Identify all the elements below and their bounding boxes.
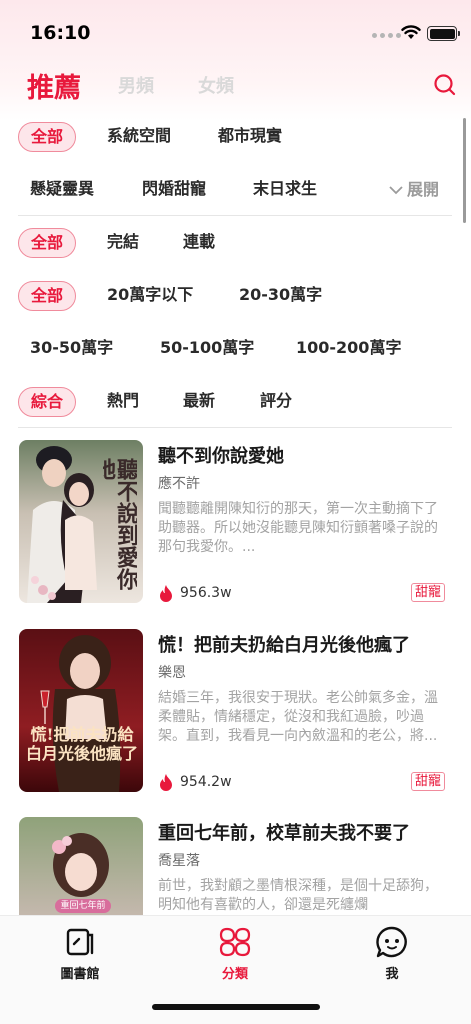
book-title[interactable]: 慌！把前夫扔給白月光後他瘋了 [158, 631, 410, 657]
word-count-chip[interactable]: 30-50萬字 [30, 334, 113, 364]
word-count-chip[interactable]: 50-100萬字 [160, 334, 254, 364]
divider [18, 215, 452, 216]
word-count-chip[interactable]: 20萬字以下 [107, 281, 193, 311]
battery-icon [427, 26, 460, 41]
category-chip[interactable]: 系統空間 [107, 122, 171, 152]
book-author: 樂恩 [158, 665, 186, 681]
book-cover[interactable]: 聽不說到愛你她 [19, 440, 143, 603]
book-item[interactable]: 聽不說到愛你她 聽不到你說愛她 應不許 聞聽聽離開陳知衍的那天，第一次主動摘下了… [0, 440, 471, 610]
status-chip-all[interactable]: 全部 [18, 228, 77, 258]
word-count-chip-all[interactable]: 全部 [18, 281, 77, 311]
sort-chip[interactable]: 評分 [260, 387, 292, 417]
nav-category-label: 分類 [221, 967, 248, 982]
expand-button[interactable]: 展開 [389, 175, 439, 205]
category-icon [195, 924, 275, 960]
cover-text: 重回七年前 [60, 901, 106, 911]
category-chip[interactable]: 懸疑靈異 [30, 175, 94, 205]
book-item[interactable]: 慌!把前夫扔給白月光後他瘋了 慌！把前夫扔給白月光後他瘋了 樂恩 結婚三年，我很… [0, 629, 471, 799]
nav-category[interactable]: 分類 [195, 924, 275, 982]
book-title[interactable]: 聽不到你說愛她 [158, 442, 284, 468]
expand-label: 展開 [407, 180, 440, 199]
category-chip-all[interactable]: 全部 [18, 122, 77, 152]
nav-profile[interactable]: 我 [352, 924, 432, 982]
sort-chip[interactable]: 熱門 [107, 387, 139, 417]
signal-icon [372, 33, 401, 38]
fire-icon [160, 585, 172, 602]
category-chip[interactable]: 末日求生 [253, 175, 317, 205]
sort-chip[interactable]: 最新 [183, 387, 215, 417]
book-description: 前世，我對顧之墨情根深種，是個十足舔狗，明知他有喜歡的人，卻還是死纏爛 [158, 878, 438, 913]
book-description: 結婚三年，我很安于現狀。老公帥氣多金，溫柔體貼，情緒穩定，從沒和我紅過臉，吵過架… [158, 690, 438, 744]
word-count-chip[interactable]: 100-200萬字 [296, 334, 401, 364]
top-tabs: 推薦 男頻 女頻 [0, 60, 471, 110]
tab-female[interactable]: 女頻 [198, 72, 234, 98]
genre-tag: 甜寵 [411, 772, 446, 791]
category-filter: 全部 系統空間 都市現實 [0, 122, 460, 156]
profile-icon [352, 924, 432, 960]
book-cover[interactable]: 重回七年前 [19, 817, 143, 915]
sort-chip-comprehensive[interactable]: 綜合 [18, 387, 77, 417]
wifi-icon [401, 25, 421, 39]
heat-count: 956.3w [180, 585, 232, 601]
library-icon [40, 924, 120, 960]
category-chip[interactable]: 閃婚甜寵 [142, 175, 206, 205]
nav-library-label: 圖書館 [60, 967, 100, 982]
book-author: 應不許 [158, 476, 200, 492]
genre-tag: 甜寵 [411, 583, 446, 602]
nav-profile-label: 我 [385, 967, 399, 982]
book-heat: 956.3w [158, 584, 232, 602]
book-title[interactable]: 重回七年前，校草前夫我不要了 [158, 819, 410, 845]
book-heat: 954.2w [158, 773, 232, 791]
status-filter: 全部 完結 連載 [0, 228, 460, 262]
tab-recommend[interactable]: 推薦 [27, 66, 81, 105]
status-bar: 16:10 [0, 0, 471, 64]
nav-library[interactable]: 圖書館 [40, 924, 120, 982]
status-chip[interactable]: 完結 [107, 228, 139, 258]
book-cover[interactable]: 慌!把前夫扔給白月光後他瘋了 [19, 629, 143, 792]
cover-text: 慌!把前夫扔給白月光後他瘋了 [25, 725, 138, 763]
heat-count: 954.2w [180, 774, 232, 790]
category-filter-row-2: 懸疑靈異 閃婚甜寵 末日求生 展開 [0, 175, 460, 209]
home-indicator[interactable] [152, 1004, 320, 1010]
fire-icon [160, 774, 172, 791]
word-count-filter: 全部 20萬字以下 20-30萬字 [0, 281, 460, 315]
tab-male[interactable]: 男頻 [118, 72, 154, 98]
book-author: 喬星落 [158, 853, 200, 869]
book-item[interactable]: 重回七年前 重回七年前，校草前夫我不要了 喬星落 前世，我對顧之墨情根深種，是個… [0, 817, 471, 915]
status-chip[interactable]: 連載 [183, 228, 215, 258]
divider [18, 427, 452, 428]
category-chip[interactable]: 都市現實 [218, 122, 282, 152]
sort-filter: 綜合 熱門 最新 評分 [0, 387, 460, 421]
chevron-down-icon [389, 175, 403, 205]
status-time: 16:10 [30, 22, 91, 44]
book-description: 聞聽聽離開陳知衍的那天，第一次主動摘下了助聽器。所以她沒能聽見陳知衍顫著嗓子說的… [158, 501, 438, 555]
word-count-filter-row-2: 30-50萬字 50-100萬字 100-200萬字 [0, 334, 460, 368]
cover-text: 聽不說到愛你她 [103, 458, 137, 590]
word-count-chip[interactable]: 20-30萬字 [239, 281, 322, 311]
search-icon[interactable] [433, 73, 457, 97]
scrollbar[interactable] [463, 118, 466, 223]
